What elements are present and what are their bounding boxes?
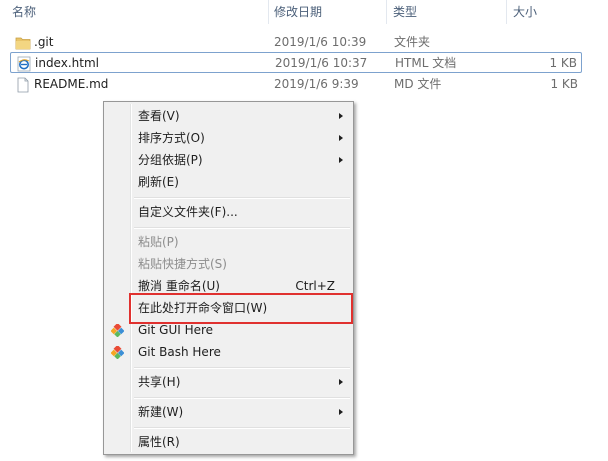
column-date-label: 修改日期 — [274, 5, 323, 19]
submenu-arrow-icon — [339, 379, 343, 385]
submenu-arrow-icon — [339, 135, 343, 141]
menu-item-label: 粘贴快捷方式(S) — [138, 257, 227, 271]
file-date: 2019/1/6 10:37 — [275, 56, 368, 70]
menu-item-properties[interactable]: 属性(R) — [106, 431, 351, 453]
column-size[interactable]: 大小 — [507, 0, 608, 24]
column-name[interactable]: 名称 — [6, 0, 264, 24]
menu-item-label: 查看(V) — [138, 109, 180, 123]
file-type: MD 文件 — [394, 77, 442, 91]
menu-separator — [134, 427, 350, 429]
file-name: README.md — [34, 77, 109, 91]
menu-item-label: 自定义文件夹(F)... — [138, 205, 238, 219]
annotation-highlight-box — [129, 293, 353, 324]
menu-item-label: 刷新(E) — [138, 175, 179, 189]
menu-item-label: 分组依据(P) — [138, 153, 203, 167]
html-document-icon — [17, 56, 31, 72]
git-bash-icon — [111, 346, 124, 359]
file-type: 文件夹 — [394, 35, 431, 49]
menu-item-group[interactable]: 分组依据(P) — [106, 149, 351, 171]
menu-item-new[interactable]: 新建(W) — [106, 401, 351, 423]
column-date[interactable]: 修改日期 — [268, 0, 386, 24]
context-menu: 查看(V) 排序方式(O) 分组依据(P) 刷新(E) 自定义文件夹(F)...… — [103, 101, 354, 455]
file-size: 1 KB — [549, 56, 577, 70]
menu-item-git-bash[interactable]: Git Bash Here — [106, 341, 351, 363]
menu-separator — [134, 397, 350, 399]
menu-item-label: 属性(R) — [138, 435, 180, 449]
submenu-arrow-icon — [339, 157, 343, 163]
menu-item-label: 新建(W) — [138, 405, 184, 419]
blank-file-icon — [17, 77, 29, 93]
file-row-readme[interactable]: README.md 2019/1/6 9:39 MD 文件 1 KB — [10, 74, 582, 95]
menu-item-refresh[interactable]: 刷新(E) — [106, 171, 351, 193]
column-size-label: 大小 — [513, 5, 538, 19]
file-type: HTML 文档 — [395, 56, 457, 70]
file-row-git[interactable]: .git 2019/1/6 10:39 文件夹 — [10, 32, 582, 53]
column-type-label: 类型 — [393, 5, 418, 19]
menu-separator — [134, 227, 350, 229]
git-gui-icon — [111, 324, 124, 337]
menu-item-view[interactable]: 查看(V) — [106, 105, 351, 127]
file-name: .git — [34, 35, 54, 49]
menu-separator — [134, 367, 350, 369]
menu-item-label: 共享(H) — [138, 375, 181, 389]
file-size: 1 KB — [550, 77, 578, 91]
menu-item-sort[interactable]: 排序方式(O) — [106, 127, 351, 149]
folder-icon — [15, 37, 31, 50]
file-date: 2019/1/6 9:39 — [274, 77, 359, 91]
submenu-arrow-icon — [339, 113, 343, 119]
menu-item-label: 排序方式(O) — [138, 131, 205, 145]
file-date: 2019/1/6 10:39 — [274, 35, 367, 49]
menu-item-paste-shortcut: 粘贴快捷方式(S) — [106, 253, 351, 275]
menu-item-customize-folder[interactable]: 自定义文件夹(F)... — [106, 201, 351, 223]
column-header: ^ 名称 修改日期 类型 大小 — [0, 0, 608, 24]
file-row-index-html[interactable]: index.html 2019/1/6 10:37 HTML 文档 1 KB — [10, 52, 582, 73]
menu-item-label: 粘贴(P) — [138, 235, 179, 249]
menu-item-label: Git Bash Here — [138, 345, 221, 359]
menu-separator — [134, 197, 350, 199]
menu-item-paste: 粘贴(P) — [106, 231, 351, 253]
file-name: index.html — [35, 56, 99, 70]
column-type[interactable]: 类型 — [387, 0, 507, 24]
menu-item-share[interactable]: 共享(H) — [106, 371, 351, 393]
submenu-arrow-icon — [339, 409, 343, 415]
column-name-label: 名称 — [12, 5, 37, 19]
